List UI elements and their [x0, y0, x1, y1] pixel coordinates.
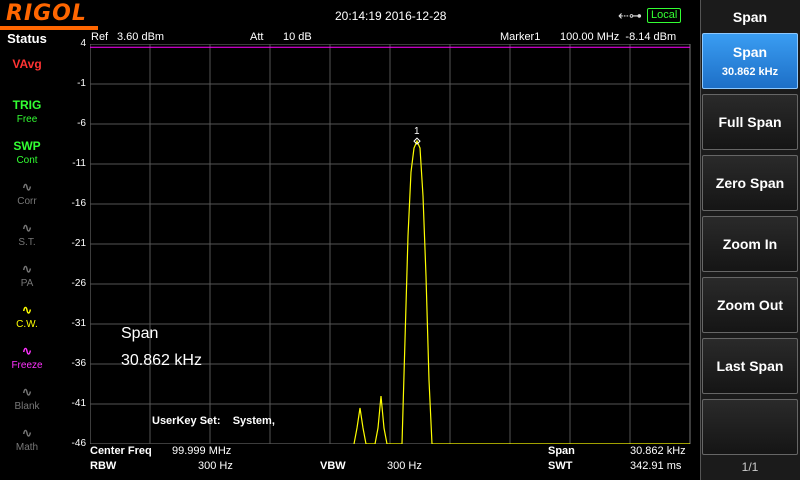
att-value: 10 dB	[283, 31, 312, 43]
marker-label: Marker1	[500, 31, 541, 43]
rbw-value: 300 Hz	[198, 460, 233, 472]
rbw-label: RBW	[90, 460, 117, 472]
status-icon: VAvg	[12, 57, 42, 71]
page-indicator: 1/1	[741, 460, 759, 474]
softkey-label: Full Span	[718, 114, 782, 130]
status-title: Status	[7, 31, 47, 46]
marker-label: 1	[414, 126, 420, 137]
spectrum-plot[interactable]: 1	[90, 44, 692, 444]
status-label: Freeze	[11, 360, 43, 371]
swt-value: 342.91 ms	[630, 460, 682, 472]
span-value: 30.862 kHz	[630, 445, 686, 457]
y-tick-label: -46	[71, 438, 86, 449]
y-tick-label: -26	[71, 278, 86, 289]
status-item: ∿ Corr	[2, 180, 52, 216]
ref-label: Ref	[91, 31, 109, 43]
softkey-full-span[interactable]: Full Span	[702, 94, 798, 150]
local-badge[interactable]: Local	[647, 8, 682, 23]
y-tick-label: -31	[71, 318, 86, 329]
status-icon: SWP	[13, 139, 41, 153]
status-item: ∿ Math	[2, 426, 52, 462]
status-icon: ∿	[21, 344, 33, 358]
y-tick-label: -41	[71, 398, 86, 409]
y-tick-label: -36	[71, 358, 86, 369]
status-item: ∿ C.W.	[2, 303, 52, 339]
measurement-header: Ref 3.60 dBm Att 10 dB Marker1 100.00 MH…	[90, 30, 690, 44]
status-icon: ∿	[21, 262, 33, 276]
center-freq-label: Center Freq	[90, 445, 152, 457]
overlay-span-label: Span	[121, 325, 159, 342]
status-icon: ∿	[21, 426, 33, 440]
status-icon: ∿	[21, 385, 33, 399]
softkey-label: Span	[732, 44, 768, 60]
status-item: TRIG Free	[2, 98, 52, 134]
status-label: PA	[20, 278, 34, 289]
userkey-text: UserKey Set: System,	[152, 415, 275, 427]
rigol-logo: RIGOL	[6, 1, 87, 26]
softkey-zero-span[interactable]: Zero Span	[702, 155, 798, 211]
status-item: ∿ PA	[2, 262, 52, 298]
status-label: Cont	[16, 155, 38, 166]
status-icon: ∿	[21, 180, 33, 194]
softkey-label: Zoom In	[722, 236, 778, 252]
marker-value: 100.00 MHz -8.14 dBm	[560, 31, 677, 43]
status-item: ∿ Blank	[2, 385, 52, 421]
swt-label: SWT	[548, 460, 573, 472]
status-item: VAvg	[2, 57, 52, 93]
ref-value: 3.60 dBm	[117, 31, 165, 43]
logo-underline	[0, 26, 98, 30]
usb-icon: ⇠⊶	[618, 8, 642, 23]
status-item: ∿ S.T.	[2, 221, 52, 257]
status-item: ∿ Freeze	[2, 344, 52, 380]
y-tick-label: -16	[71, 198, 86, 209]
y-tick-label: -21	[71, 238, 86, 249]
softkey-label: Zoom Out	[716, 297, 784, 313]
status-label: Blank	[14, 401, 40, 412]
vbw-label: VBW	[320, 460, 346, 472]
center-freq-value: 99.999 MHz	[172, 445, 232, 457]
status-label: C.W.	[16, 319, 38, 330]
y-tick-label: -6	[77, 118, 86, 129]
softkey-value: 30.862 kHz	[721, 66, 779, 78]
att-label: Att	[250, 31, 264, 43]
softkey-label: Last Span	[716, 358, 784, 374]
softkey-zoom-out[interactable]: Zoom Out	[702, 277, 798, 333]
menu-title: Span	[732, 9, 768, 25]
y-tick-label: 4	[80, 38, 86, 49]
softkey-last-span[interactable]: Last Span	[702, 338, 798, 394]
overlay-span-value: 30.862 kHz	[121, 352, 202, 369]
status-icon: TRIG	[12, 98, 42, 112]
status-icon: ∿	[21, 303, 33, 317]
status-label: Math	[15, 442, 39, 453]
vbw-value: 300 Hz	[387, 460, 422, 472]
softkey-blank[interactable]	[702, 399, 798, 455]
softkey-zoom-in[interactable]: Zoom In	[702, 216, 798, 272]
y-tick-label: -11	[72, 158, 86, 169]
status-label: S.T.	[18, 237, 36, 248]
status-label: Corr	[17, 196, 37, 207]
softkey-span[interactable]: Span 30.862 kHz	[702, 33, 798, 89]
status-label: Free	[16, 114, 38, 125]
status-item: SWP Cont	[2, 139, 52, 175]
measurement-footer: Center Freq 99.999 MHz Span 30.862 kHz R…	[90, 444, 690, 480]
status-icon: ∿	[21, 221, 33, 235]
span-label: Span	[548, 445, 575, 457]
softkey-label: Zero Span	[715, 175, 785, 191]
datetime: 20:14:19 2016-12-28	[335, 9, 447, 23]
y-tick-label: -1	[77, 78, 86, 89]
